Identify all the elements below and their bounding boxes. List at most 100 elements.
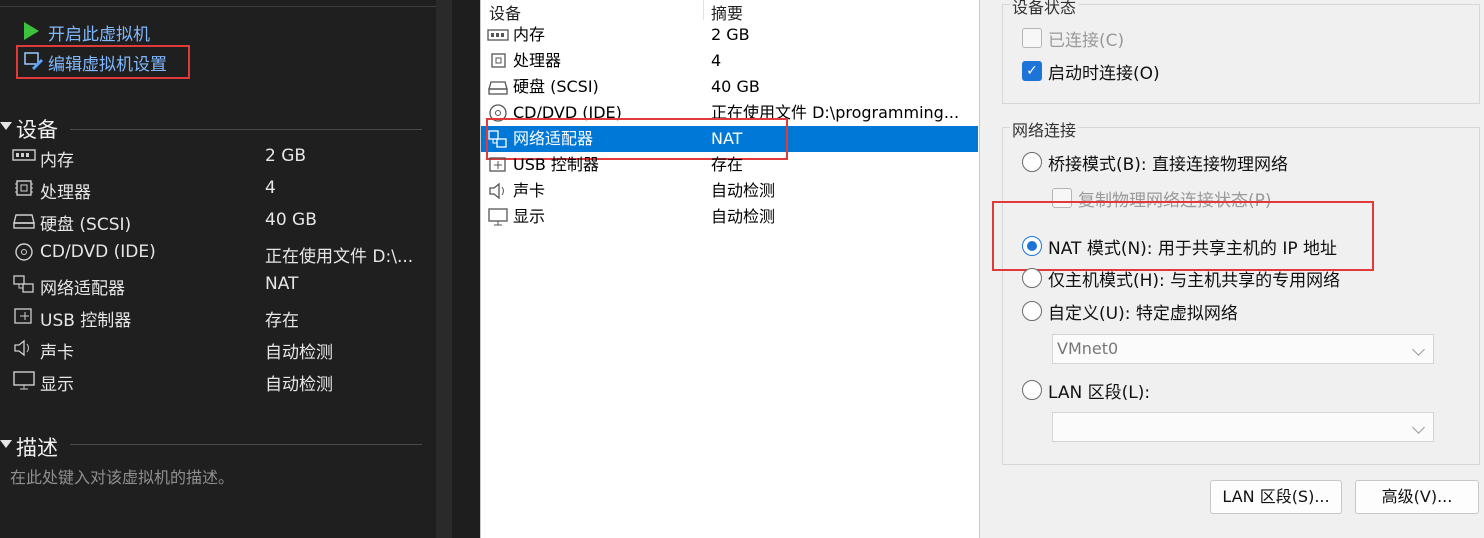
device-list-value: 40 GB: [711, 77, 760, 96]
device-list-row[interactable]: 显示 自动检测: [481, 204, 978, 230]
advanced-button[interactable]: 高级(V)...: [1355, 480, 1479, 514]
device-list-value: 自动检测: [711, 181, 776, 200]
host-only-radio-circle[interactable]: [1022, 268, 1042, 288]
device-label: USB 控制器: [40, 311, 132, 331]
device-value: 4: [265, 178, 276, 198]
device-row[interactable]: 显示 自动检测: [0, 370, 430, 395]
bridged-label: 桥接模式(B): 直接连接物理网络: [1048, 155, 1289, 175]
device-row[interactable]: 硬盘 (SCSI) 40 GB: [0, 210, 430, 235]
host-only-radio[interactable]: 仅主机模式(H): 与主机共享的专用网络: [1022, 266, 1442, 291]
device-label: 声卡: [40, 343, 74, 363]
device-list-label: 硬盘 (SCSI): [513, 77, 599, 96]
panel-splitter[interactable]: [436, 0, 452, 538]
devices-title: 设备: [16, 118, 58, 142]
device-row[interactable]: 声卡 自动检测: [0, 338, 430, 363]
host-only-label: 仅主机模式(H): 与主机共享的专用网络: [1048, 271, 1341, 291]
section-divider: [70, 129, 422, 130]
cdrom-icon: [12, 242, 36, 262]
device-row[interactable]: 网络适配器 NAT: [0, 274, 430, 299]
bridged-radio[interactable]: 桥接模式(B): 直接连接物理网络: [1022, 150, 1442, 175]
device-label: 处理器: [40, 183, 91, 203]
description-title: 描述: [16, 436, 58, 460]
display-icon: [487, 204, 509, 238]
device-list-row[interactable]: 处理器 4: [481, 48, 978, 74]
connected-checkbox[interactable]: 已连接(C): [1022, 26, 1282, 51]
device-label: 网络适配器: [40, 279, 125, 299]
display-icon: [12, 370, 36, 390]
device-value: 正在使用文件 D:\...: [265, 247, 414, 267]
device-row[interactable]: 内存 2 GB: [0, 146, 430, 171]
device-value: 2 GB: [265, 146, 307, 166]
sound-icon: [12, 338, 36, 358]
top-divider: [0, 0, 436, 7]
connected-label: 已连接(C): [1048, 31, 1125, 51]
lan-radio[interactable]: LAN 区段(L):: [1022, 378, 1442, 403]
collapse-triangle-icon: [0, 122, 12, 130]
device-list[interactable]: 设备 摘要 内存 2 GB 处理器 4 硬盘 (SCSI) 40 GB CD/D…: [480, 0, 980, 538]
device-list-label: 显示: [513, 207, 546, 226]
device-row[interactable]: CD/DVD (IDE) 正在使用文件 D:\...: [0, 242, 430, 267]
network-settings-panel: 设备状态 已连接(C) ✓ 启动时连接(O) 网络连接 桥接模式(B): 直接连…: [980, 0, 1484, 538]
description-section-header[interactable]: 描述: [0, 432, 422, 460]
description-input[interactable]: 在此处键入对该虚拟机的描述。: [10, 464, 234, 488]
custom-network-value: VMnet0: [1057, 339, 1119, 358]
device-value: 40 GB: [265, 210, 317, 230]
harddisk-icon: [12, 210, 36, 230]
chevron-down-icon: [1412, 343, 1425, 356]
usb-icon: [12, 306, 36, 326]
device-row[interactable]: 处理器 4: [0, 178, 430, 203]
bridged-radio-circle[interactable]: [1022, 152, 1042, 172]
section-divider: [70, 444, 422, 445]
start-vm-label: 开启此虚拟机: [48, 25, 150, 45]
device-list-value: 存在: [711, 155, 744, 174]
connect-on-start-label: 启动时连接(O): [1048, 64, 1160, 84]
column-divider[interactable]: [703, 0, 704, 20]
device-status-group: [1002, 4, 1480, 104]
connected-checkbox-box[interactable]: [1022, 28, 1042, 48]
network-connection-title: 网络连接: [1010, 117, 1079, 141]
devices-section-header[interactable]: 设备: [0, 114, 422, 142]
device-list-label: 处理器: [513, 51, 562, 70]
device-list-label: USB 控制器: [513, 155, 599, 174]
custom-label: 自定义(U): 特定虚拟网络: [1048, 304, 1238, 324]
column-header-device[interactable]: 设备: [489, 0, 521, 24]
vm-summary-panel: 开启此虚拟机 编辑虚拟机设置 设备 内存 2 GB 处理器 4 硬盘 (SCSI…: [0, 0, 436, 538]
lan-segment-select[interactable]: [1052, 412, 1434, 442]
network-adapter-icon: [12, 274, 36, 294]
device-label: 显示: [40, 375, 74, 395]
device-value: 存在: [265, 311, 299, 331]
device-value: 自动检测: [265, 343, 333, 363]
edit-vm-settings-label: 编辑虚拟机设置: [48, 55, 167, 75]
settings-edit-icon: [24, 52, 43, 70]
custom-radio-circle[interactable]: [1022, 301, 1042, 321]
device-list-row[interactable]: 声卡 自动检测: [481, 178, 978, 204]
column-header-summary[interactable]: 摘要: [711, 0, 743, 24]
device-label: 内存: [40, 151, 74, 171]
connect-on-start-checkbox[interactable]: ✓ 启动时连接(O): [1022, 59, 1282, 84]
nat-radio[interactable]: NAT 模式(N): 用于共享主机的 IP 地址: [1022, 234, 1362, 259]
device-value: 自动检测: [265, 375, 333, 395]
device-value: NAT: [265, 274, 299, 294]
device-label: CD/DVD (IDE): [40, 242, 156, 262]
device-list-row[interactable]: 硬盘 (SCSI) 40 GB: [481, 74, 978, 100]
device-status-title: 设备状态: [1010, 0, 1079, 18]
device-list-value: 2 GB: [711, 25, 750, 44]
device-list-value: 4: [711, 51, 722, 70]
device-list-label: 内存: [513, 25, 546, 44]
processor-icon: [12, 178, 36, 198]
lan-radio-circle[interactable]: [1022, 380, 1042, 400]
collapse-triangle-icon: [0, 440, 12, 448]
custom-radio[interactable]: 自定义(U): 特定虚拟网络: [1022, 299, 1442, 324]
checkmark-icon[interactable]: ✓: [1022, 61, 1042, 81]
chevron-down-icon: [1412, 421, 1425, 434]
device-list-row[interactable]: USB 控制器 存在: [481, 152, 978, 178]
play-icon: [24, 22, 39, 40]
device-label: 硬盘 (SCSI): [40, 215, 132, 235]
memory-icon: [12, 146, 36, 166]
custom-network-select[interactable]: VMnet0: [1052, 334, 1434, 364]
device-row[interactable]: USB 控制器 存在: [0, 306, 430, 331]
device-list-row[interactable]: 内存 2 GB: [481, 22, 978, 48]
lan-segments-button[interactable]: LAN 区段(S)...: [1210, 480, 1342, 514]
nat-radio-circle[interactable]: [1022, 236, 1042, 256]
lan-label: LAN 区段(L):: [1048, 383, 1151, 403]
